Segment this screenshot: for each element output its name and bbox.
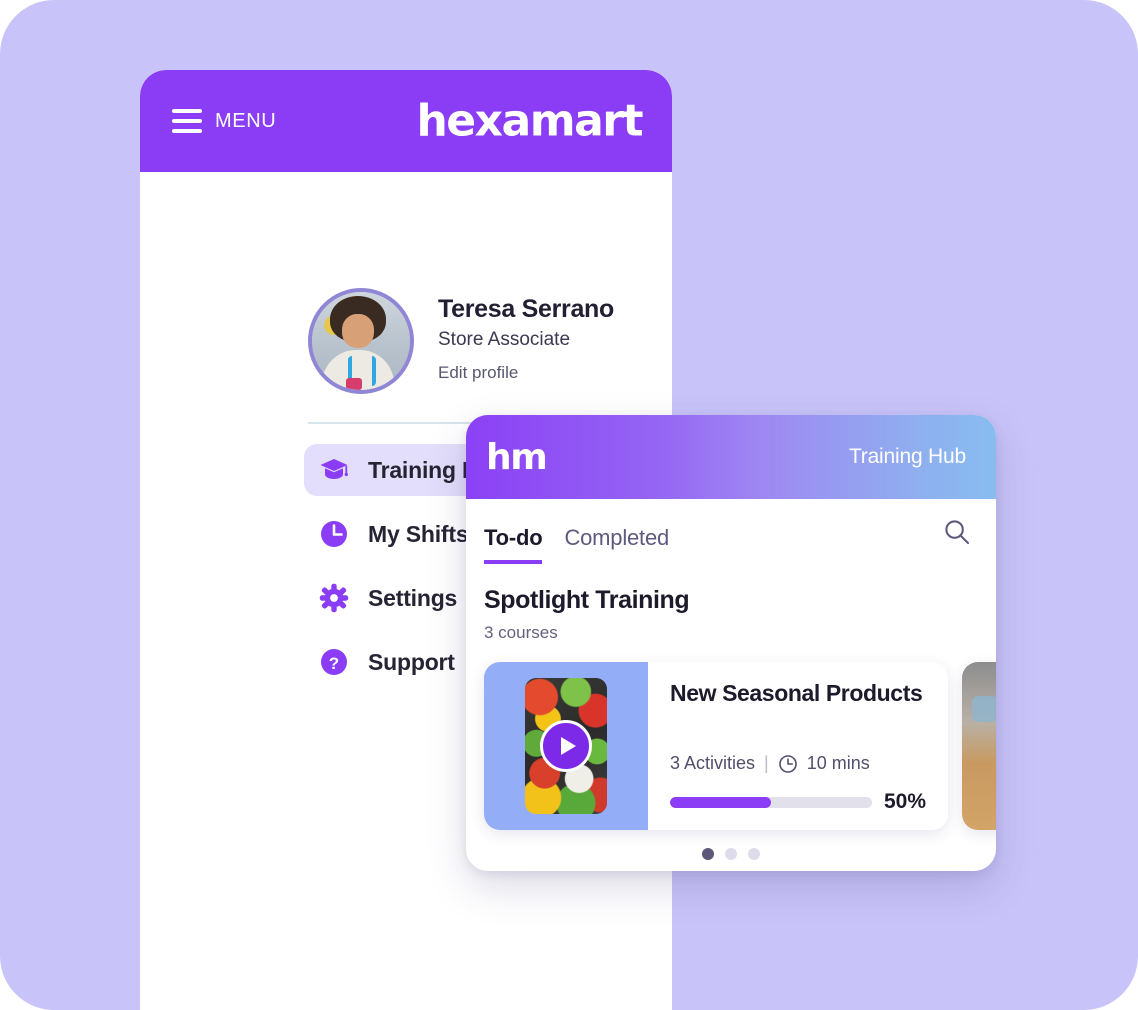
menu-button[interactable]: MENU (172, 109, 276, 133)
svg-text:?: ? (329, 654, 339, 673)
tab-completed[interactable]: Completed (564, 525, 669, 560)
course-thumbnail-next (962, 662, 996, 830)
gear-icon (318, 582, 350, 614)
clock-icon (778, 754, 798, 774)
search-icon[interactable] (942, 517, 972, 552)
avatar[interactable] (308, 288, 414, 394)
avatar-phone (346, 378, 362, 390)
meta-separator: | (764, 753, 769, 773)
course-card[interactable]: New Seasonal Products 3 Activities | 10 … (484, 662, 948, 830)
hexamart-logo: hexamart (416, 95, 643, 147)
hm-logo: hm (486, 436, 548, 478)
progress-row: 50% (670, 790, 926, 814)
carousel-pagination (466, 848, 996, 860)
course-card-next[interactable] (962, 662, 996, 830)
course-duration: 10 mins (806, 753, 870, 773)
tab-to-do[interactable]: To-do (484, 525, 543, 564)
page-canvas: MENU hexamart Teresa Serrano Store Assoc… (0, 0, 1138, 1010)
sidebar-item-my-shifts[interactable]: My Shifts (304, 508, 486, 560)
course-carousel: New Seasonal Products 3 Activities | 10 … (466, 662, 996, 834)
profile-text: Teresa Serrano Store Associate Edit prof… (438, 288, 614, 383)
sidebar-item-settings[interactable]: Settings (304, 572, 475, 624)
course-activities: 3 Activities (670, 753, 756, 773)
carousel-dot[interactable] (702, 848, 714, 860)
edit-profile-link[interactable]: Edit profile (438, 363, 614, 383)
graduation-cap-icon (318, 454, 350, 486)
sidebar-item-label: My Shifts (368, 520, 469, 547)
course-title: New Seasonal Products (670, 680, 923, 706)
tab-bar: To-do Completed (466, 499, 996, 564)
app-header: MENU hexamart (140, 70, 672, 172)
hamburger-menu-icon[interactable] (172, 109, 202, 133)
sidebar-item-label: Support (368, 648, 455, 675)
profile-section: Teresa Serrano Store Associate Edit prof… (308, 288, 614, 394)
progress-percent-label: 50% (883, 790, 926, 813)
profile-name: Teresa Serrano (438, 295, 614, 323)
clock-icon (318, 518, 350, 550)
carousel-dot[interactable] (725, 848, 737, 860)
profile-role: Store Associate (438, 329, 571, 350)
sidebar-item-support[interactable]: ? Support (304, 636, 473, 688)
sidebar-item-label: Settings (368, 584, 458, 611)
section-title: Spotlight Training (484, 586, 690, 614)
play-triangle (560, 737, 576, 755)
thumbnail-shape (972, 696, 996, 722)
training-hub-card: hm Training Hub To-do Completed Spotligh… (466, 415, 996, 871)
menu-label: MENU (215, 109, 277, 132)
progress-bar (670, 796, 872, 808)
course-body: New Seasonal Products 3 Activities | 10 … (648, 662, 948, 830)
carousel-dot[interactable] (748, 848, 760, 860)
avatar-face (342, 314, 374, 348)
section-subtitle: 3 courses (484, 623, 558, 642)
training-card-header: hm Training Hub (466, 415, 996, 499)
question-circle-icon: ? (318, 646, 350, 678)
progress-bar-fill (670, 796, 771, 808)
training-card-title: Training Hub (848, 445, 966, 468)
course-thumbnail (484, 662, 648, 830)
play-icon[interactable] (540, 720, 592, 772)
course-meta: 3 Activities | 10 mins (670, 753, 926, 774)
